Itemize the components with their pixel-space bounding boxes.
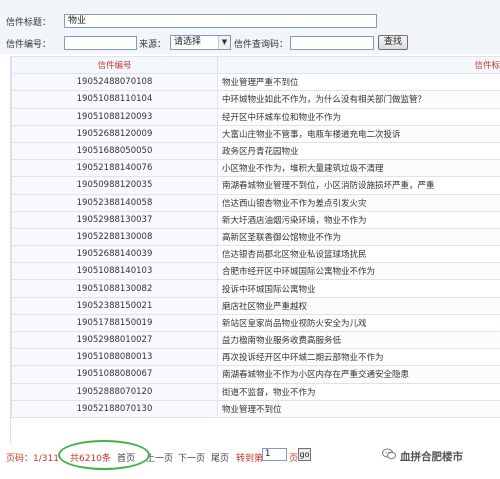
- letter-title-link[interactable]: 经开区中环城车位和物业不作为: [217, 107, 500, 126]
- letter-number-cell: 19051088080067: [11, 365, 218, 384]
- table-row[interactable]: 19052188070130 物业管理不到位: [11, 399, 500, 418]
- chevron-down-icon: ▼: [218, 36, 230, 49]
- table-row[interactable]: 19052988010027 益力楹南物业服务收费高服务低: [11, 330, 500, 350]
- letter-number-cell: 19052388150021: [11, 296, 218, 315]
- table-body: 19052488070108 物业管理严重不到位 19051088110104 中环城…: [11, 73, 500, 418]
- page-info: 页码：1/311: [6, 454, 59, 464]
- table-row[interactable]: 19050988120035 南湖春城物业管理不到位，小区消防设施损坏严重，严重: [11, 176, 500, 195]
- letter-title-link[interactable]: 物业管理严重不到位: [217, 73, 500, 92]
- table-row[interactable]: 19052988130037 新大圩酒店油烟污染环境，物业不作为: [11, 210, 500, 229]
- letter-title-link[interactable]: 投诉中环城国际公寓物业: [217, 279, 500, 298]
- letter-number-cell: 19052688120009: [11, 124, 218, 143]
- query-code-input[interactable]: [290, 36, 374, 50]
- next-page-link[interactable]: 下一页: [178, 451, 205, 464]
- table-header-row: 信件编号 信件标: [11, 56, 500, 75]
- letter-number-cell: 19052188140076: [11, 159, 218, 178]
- letter-title-link[interactable]: 高新区圣联香御公馆物业不作为: [217, 227, 500, 247]
- page-number-input[interactable]: 1: [262, 448, 287, 461]
- table-row[interactable]: 19052688140039 信达银杏尚郡北区物业私设篮球场扰民: [11, 245, 500, 264]
- letter-number-cell: 19052988130037: [11, 210, 218, 229]
- table-row[interactable]: 19051088120093 经开区中环城车位和物业不作为: [11, 107, 500, 126]
- letter-number-cell: 19051088140103: [11, 262, 218, 281]
- letter-number-cell: 19051088110104: [11, 90, 218, 109]
- table-row[interactable]: 19052288130008 高新区圣联香御公馆物业不作为: [11, 227, 500, 247]
- letter-title-link[interactable]: 政务区丹青花园物业: [217, 141, 500, 161]
- letter-title-link[interactable]: 物业管理不到位: [217, 399, 500, 418]
- source-select[interactable]: 请选择 ▼: [170, 35, 231, 50]
- goto-label: 转到第: [236, 454, 264, 464]
- table-row[interactable]: 19052388150021 磨店社区物业严重越权: [11, 296, 500, 315]
- letter-number-cell: 19051788150019: [11, 313, 218, 333]
- table-row[interactable]: 19051088080067 南湖春城物业不作为小区内存在严重交通安全隐患: [11, 365, 500, 384]
- watermark-text: 血拼合肥楼市: [400, 451, 463, 463]
- letter-title-link[interactable]: 合肥市经开区中环城国际公寓物业不作为: [217, 262, 500, 281]
- letter-number-cell: 19052688140039: [11, 245, 218, 264]
- title-label: 信件标题：: [6, 18, 52, 28]
- search-button[interactable]: 查找: [378, 35, 408, 50]
- number-label: 信件编号：: [6, 40, 52, 50]
- letter-title-link[interactable]: 信达西山银杏物业不作为差点引发火灾: [217, 193, 500, 212]
- letter-number-cell: 19051088080013: [11, 348, 218, 367]
- table-row[interactable]: 19052488070108 物业管理严重不到位: [11, 73, 500, 92]
- table-row[interactable]: 19051788150019 新站区皇家尚品物业视防火安全为儿戏: [11, 313, 500, 333]
- results-table: 信件编号 信件标 19052488070108 物业管理严重不到位 19051088…: [10, 56, 500, 443]
- table-row[interactable]: 19051088080013 再次投诉经开区中环城二期云部物业不作为: [11, 348, 500, 367]
- letter-title-link[interactable]: 街道不监督，物业不作为: [217, 382, 500, 401]
- table-row[interactable]: 19051688050050 政务区丹青花园物业: [11, 141, 500, 161]
- letter-title-link[interactable]: 磨店社区物业严重越权: [217, 296, 500, 315]
- page-unit: 页: [289, 454, 299, 464]
- letter-number-cell: 19052288130008: [11, 227, 218, 247]
- letter-title-link[interactable]: 再次投诉经开区中环城二期云部物业不作为: [217, 348, 500, 367]
- table-row[interactable]: 19051088130082 投诉中环城国际公寓物业: [11, 279, 500, 298]
- go-button[interactable]: go: [298, 448, 311, 461]
- letter-title-link[interactable]: 益力楹南物业服务收费高服务低: [217, 330, 500, 350]
- letter-number-cell: 19052488070108: [11, 73, 218, 92]
- prev-page-link[interactable]: 上一页: [146, 451, 173, 464]
- letter-number-cell: 19051688050050: [11, 141, 218, 161]
- letter-title-link[interactable]: 中环城物业如此不作为，为什么没有相关部门做监管？: [217, 90, 500, 109]
- letter-title-link[interactable]: 新站区皇家尚品物业视防火安全为儿戏: [217, 313, 500, 333]
- letter-number-cell: 19051088120093: [11, 107, 218, 126]
- wechat-icon: [382, 448, 396, 460]
- letter-title-link[interactable]: 南湖春城物业不作为小区内存在严重交通安全隐患: [217, 365, 500, 384]
- last-page-link[interactable]: 尾页: [211, 451, 229, 464]
- table-row[interactable]: 19052188140076 小区物业不作为，堆积大量建筑垃圾不清理: [11, 159, 500, 178]
- letter-number-cell: 19051088130082: [11, 279, 218, 298]
- letter-number-cell: 19052388140058: [11, 193, 218, 212]
- letter-title-link[interactable]: 信达银杏尚郡北区物业私设篮球场扰民: [217, 245, 500, 264]
- letter-title-link[interactable]: 南湖春城物业管理不到位，小区消防设施损坏严重，严重: [217, 176, 500, 195]
- source-label: 来源：: [139, 40, 167, 50]
- letter-number-cell: 19052188070130: [11, 399, 218, 418]
- number-input[interactable]: [64, 36, 137, 50]
- query-code-label: 信件查询码：: [234, 40, 289, 50]
- letter-title-link[interactable]: 新大圩酒店油烟污染环境，物业不作为: [217, 210, 500, 229]
- table-row[interactable]: 19051088110104 中环城物业如此不作为，为什么没有相关部门做监管？: [11, 90, 500, 109]
- highlight-ellipse: [58, 440, 150, 470]
- title-input[interactable]: 物业: [64, 14, 377, 28]
- table-row[interactable]: 19052388140058 信达西山银杏物业不作为差点引发火灾: [11, 193, 500, 212]
- letter-number-cell: 19052888070120: [11, 382, 218, 401]
- header-title: 信件标: [217, 56, 500, 75]
- letter-number-cell: 19052988010027: [11, 330, 218, 350]
- header-number: 信件编号: [11, 56, 218, 75]
- source-selected-value: 请选择: [174, 37, 202, 47]
- table-row[interactable]: 19052888070120 街道不监督，物业不作为: [11, 382, 500, 401]
- letter-title-link[interactable]: 小区物业不作为，堆积大量建筑垃圾不清理: [217, 159, 500, 178]
- table-row[interactable]: 19051088140103 合肥市经开区中环城国际公寓物业不作为: [11, 262, 500, 281]
- search-panel: 信件标题： 物业 信件编号： 来源： 请选择 ▼ 信件查询码： 查找: [0, 0, 500, 54]
- table-row[interactable]: 19052688120009 大富山庄物业不管事，电瓶车楼道充电二次投诉: [11, 124, 500, 143]
- letter-number-cell: 19050988120035: [11, 176, 218, 195]
- letter-title-link[interactable]: 大富山庄物业不管事，电瓶车楼道充电二次投诉: [217, 124, 500, 143]
